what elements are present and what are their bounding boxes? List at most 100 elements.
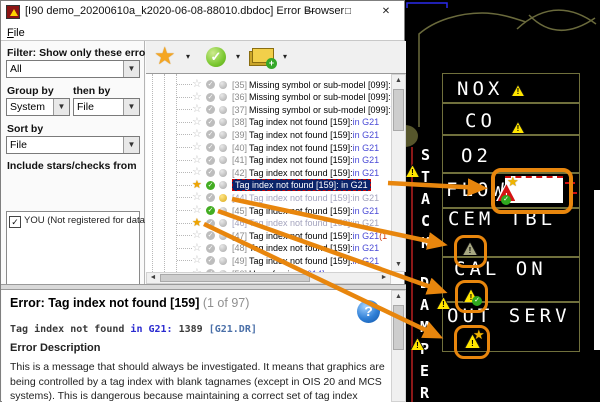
error-tree[interactable]: ☆✓[35]Missing symbol or sub-model [099]:…	[146, 74, 391, 272]
ball-icon[interactable]	[219, 232, 227, 240]
check-icon[interactable]: ✓	[206, 168, 215, 177]
ball-icon[interactable]	[219, 156, 227, 164]
ball-icon[interactable]	[219, 257, 227, 265]
star-icon-gold[interactable]: ★	[192, 218, 204, 229]
star-dropdown-icon[interactable]: ▾	[186, 52, 190, 61]
chevron-down-icon[interactable]: ▼	[123, 99, 139, 115]
tree-vertical-scrollbar[interactable]: ▲ ▼	[391, 74, 406, 272]
check-icon[interactable]: ✓	[206, 105, 215, 114]
minimize-button[interactable]: —	[301, 4, 319, 19]
selected-error-row[interactable]: Tag index not found [159]: in G21	[232, 179, 371, 191]
error-reference-link[interactable]: [G21.DR]	[209, 324, 257, 335]
check-icon[interactable]: ✓	[206, 118, 215, 127]
tree-row[interactable]: ☆✓[42]Tag index not found [159]: in G21	[146, 166, 391, 179]
error-text: Missing symbol or sub-model [099]:	[249, 80, 391, 90]
star-icon[interactable]: ☆	[192, 167, 204, 178]
scroll-up-icon[interactable]: ▲	[392, 75, 405, 87]
then-by-select[interactable]: File ▼	[73, 98, 140, 116]
check-filter-icon[interactable]: ✓	[206, 47, 226, 67]
scroll-left-icon[interactable]: ◄	[147, 273, 159, 283]
tree-row[interactable]: ☆✓[35]Missing symbol or sub-model [099]:…	[146, 78, 391, 91]
tree-row[interactable]: ☆✓[38]Tag index not found [159]: in G21	[146, 116, 391, 129]
library-icon[interactable]: +	[249, 48, 273, 66]
star-icon[interactable]: ☆	[192, 104, 204, 115]
title-bar[interactable]: [I90 demo_20200610a_k2020-06-08-88010.db…	[1, 1, 404, 23]
scroll-up-icon[interactable]: ▲	[392, 291, 405, 303]
tree-row[interactable]: ☆✓[49]Tag index not found [159]: in G21	[146, 254, 391, 267]
star-icon-gold[interactable]: ★	[192, 180, 204, 191]
ball-icon[interactable]	[219, 93, 227, 101]
star-icon[interactable]: ☆	[192, 142, 204, 153]
star-icon[interactable]: ☆	[192, 243, 204, 254]
tree-row[interactable]: ☆✓[45]Tag index not found [159]: in G21	[146, 204, 391, 217]
check-icon[interactable]: ✓	[206, 93, 215, 102]
tree-row[interactable]: ☆✓[41]Tag index not found [159]: in G21	[146, 154, 391, 167]
tree-row[interactable]: ☆✓[40]Tag index not found [159]: in G21	[146, 141, 391, 154]
tree-row[interactable]: ☆✓[47]Tag index not found [159]: in G21 …	[146, 229, 391, 242]
star-filter-icon[interactable]: ★	[154, 42, 176, 71]
menu-item-file[interactable]: File	[7, 27, 25, 39]
filter-select[interactable]: All ▼	[6, 60, 140, 78]
star-icon[interactable]: ☆	[192, 255, 204, 266]
scroll-thumb[interactable]	[393, 305, 404, 350]
ball-icon[interactable]	[219, 131, 227, 139]
close-button[interactable]: ✕	[377, 4, 395, 19]
ball-icon[interactable]	[219, 181, 227, 189]
ball-icon[interactable]	[219, 244, 227, 252]
group-by-select[interactable]: System ▼	[6, 98, 70, 116]
tree-row[interactable]: ★✓[46]Tag index not found [159]: in G21	[146, 217, 391, 230]
checkbox-checked-icon[interactable]: ✓	[9, 216, 21, 228]
check-dropdown-icon[interactable]: ▾	[236, 52, 240, 61]
check-icon[interactable]: ✓	[206, 244, 215, 253]
ball-icon[interactable]	[219, 169, 227, 177]
scroll-right-icon[interactable]: ►	[378, 273, 390, 283]
scroll-thumb[interactable]	[393, 89, 404, 131]
detail-vertical-scrollbar[interactable]: ▲	[391, 290, 406, 402]
check-icon[interactable]: ✓	[206, 256, 215, 265]
chevron-down-icon[interactable]: ▼	[123, 137, 139, 153]
check-icon[interactable]: ✓	[206, 130, 215, 139]
check-icon[interactable]: ✓	[206, 143, 215, 152]
ball-icon[interactable]	[219, 81, 227, 89]
star-icon[interactable]: ☆	[192, 117, 204, 128]
ball-icon[interactable]	[219, 144, 227, 152]
maximize-button[interactable]: □	[339, 4, 357, 19]
row-number: [47]	[232, 231, 247, 241]
chevron-down-icon[interactable]: ▼	[123, 61, 139, 77]
tree-row[interactable]: ☆✓[37]Missing symbol or sub-model [099]:…	[146, 103, 391, 116]
ball-icon-gold[interactable]	[219, 194, 227, 202]
ball-icon[interactable]	[219, 106, 227, 114]
help-icon[interactable]: ?	[357, 300, 380, 323]
check-icon[interactable]: ✓	[206, 231, 215, 240]
check-icon[interactable]: ✓	[206, 193, 215, 202]
star-icon[interactable]: ☆	[192, 205, 204, 216]
tree-row[interactable]: ★✓ Tag index not found [159]: in G21	[146, 179, 391, 192]
include-list-item[interactable]: ✓YOU (Not registered for data sh	[9, 215, 158, 228]
check-icon[interactable]: ✓	[206, 156, 215, 165]
check-icon[interactable]: ✓	[206, 219, 215, 228]
chevron-down-icon[interactable]: ▼	[53, 99, 69, 115]
tree-horizontal-scrollbar[interactable]: ◄ ►	[146, 272, 391, 284]
ball-icon[interactable]	[219, 207, 227, 215]
scroll-thumb[interactable]	[160, 274, 310, 282]
star-icon[interactable]: ☆	[192, 129, 204, 140]
star-icon[interactable]: ☆	[192, 192, 204, 203]
tree-row[interactable]: ☆✓[44]Tag index not found [159]: in G21	[146, 191, 391, 204]
star-icon[interactable]: ☆	[192, 230, 204, 241]
tree-row[interactable]: ☆✓[39]Tag index not found [159]: in G21	[146, 128, 391, 141]
check-icon[interactable]: ✓	[206, 80, 215, 89]
error-location[interactable]: in G21:	[130, 324, 172, 335]
include-listbox[interactable]: ✓YOU (Not registered for data sh	[6, 211, 140, 291]
ball-icon[interactable]	[219, 118, 227, 126]
tree-row[interactable]: ☆✓[48]Tag index not found [159]: in G21	[146, 242, 391, 255]
tree-row[interactable]: ☆✓[36]Missing symbol or sub-model [099]:…	[146, 91, 391, 104]
library-dropdown-icon[interactable]: ▾	[283, 52, 287, 61]
sort-by-select[interactable]: File ▼	[6, 136, 140, 154]
scroll-down-icon[interactable]: ▼	[392, 259, 405, 271]
star-icon[interactable]: ☆	[192, 92, 204, 103]
ball-icon[interactable]	[219, 219, 227, 227]
star-icon[interactable]: ☆	[192, 155, 204, 166]
star-icon[interactable]: ☆	[192, 79, 204, 90]
check-icon-green[interactable]: ✓	[206, 206, 215, 215]
check-icon-green[interactable]: ✓	[206, 181, 215, 190]
